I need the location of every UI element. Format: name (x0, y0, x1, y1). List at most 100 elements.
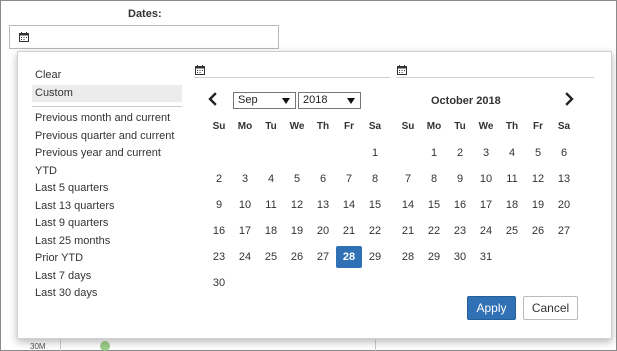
day-cell[interactable]: 17 (473, 194, 499, 216)
empty-day-cell (284, 142, 310, 164)
day-cell[interactable]: 30 (447, 246, 473, 268)
day-cell[interactable]: 12 (525, 168, 551, 190)
day-cell[interactable]: 24 (232, 246, 258, 268)
weekday-label: Su (212, 121, 226, 132)
day-cell[interactable]: 16 (206, 220, 232, 242)
day-cell[interactable]: 11 (499, 168, 525, 190)
day-cell[interactable]: 8 (362, 168, 388, 190)
day-cell[interactable]: 4 (499, 142, 525, 164)
end-date-input[interactable] (396, 62, 594, 78)
day-cell[interactable]: 26 (525, 220, 551, 242)
day-cell[interactable]: 27 (310, 246, 336, 268)
day-cell[interactable]: 21 (395, 220, 421, 242)
day-cell[interactable]: 26 (284, 246, 310, 268)
day-cell[interactable]: 22 (362, 220, 388, 242)
chevron-right-icon[interactable] (562, 92, 576, 106)
week-row: 7 8 9 10 11 12 13 (395, 168, 577, 190)
day-cell[interactable]: 30 (206, 272, 232, 294)
day-cell[interactable]: 18 (499, 194, 525, 216)
day-cell[interactable]: 12 (284, 194, 310, 216)
day-cell[interactable]: 29 (362, 246, 388, 268)
range-item-preset[interactable]: YTD (32, 163, 182, 181)
date-range-input[interactable] (9, 25, 279, 49)
day-cell[interactable]: 18 (258, 220, 284, 242)
day-cell[interactable]: 27 (551, 220, 577, 242)
day-cell[interactable]: 2 (447, 142, 473, 164)
day-cell[interactable]: 9 (447, 168, 473, 190)
day-cell[interactable]: 25 (258, 246, 284, 268)
day-cell[interactable]: 6 (310, 168, 336, 190)
day-cell[interactable]: 14 (336, 194, 362, 216)
month-select[interactable]: Sep (233, 92, 296, 109)
day-cell[interactable]: 19 (284, 220, 310, 242)
day-cell[interactable]: 6 (551, 142, 577, 164)
day-cell[interactable]: 7 (395, 168, 421, 190)
calendar-icon (195, 65, 205, 75)
day-cell[interactable]: 5 (525, 142, 551, 164)
range-item-preset[interactable]: Last 7 days (32, 268, 182, 286)
weekday-label: Su (401, 121, 415, 132)
weekday-label: Mo (426, 121, 442, 132)
day-cell[interactable]: 1 (421, 142, 447, 164)
day-cell[interactable]: 10 (232, 194, 258, 216)
range-item-preset[interactable]: Prior YTD (32, 250, 182, 268)
day-cell[interactable]: 16 (447, 194, 473, 216)
day-cell[interactable]: 25 (499, 220, 525, 242)
day-cell[interactable]: 31 (473, 246, 499, 268)
day-cell[interactable]: 3 (232, 168, 258, 190)
empty-day-cell (310, 142, 336, 164)
empty-day-cell (310, 272, 336, 294)
day-cell[interactable]: 4 (258, 168, 284, 190)
cancel-button[interactable]: Cancel (523, 296, 578, 320)
day-cell[interactable]: 28 (395, 246, 421, 268)
day-cell[interactable]: 20 (551, 194, 577, 216)
day-cell[interactable]: 29 (421, 246, 447, 268)
range-item-preset[interactable]: Last 30 days (32, 285, 182, 303)
week-row: 123456 (395, 142, 577, 164)
day-cell[interactable]: 8 (421, 168, 447, 190)
day-cell[interactable]: 13 (551, 168, 577, 190)
apply-button[interactable]: Apply (467, 296, 516, 320)
day-cell[interactable]: 19 (525, 194, 551, 216)
day-cell[interactable]: 3 (473, 142, 499, 164)
empty-day-cell (499, 246, 525, 268)
start-date-input[interactable] (194, 62, 390, 78)
day-cell[interactable]: 22 (421, 220, 447, 242)
range-separator (32, 106, 182, 107)
day-cell[interactable]: 21 (336, 220, 362, 242)
right-month-title: October 2018 (431, 95, 501, 107)
chevron-left-icon[interactable] (206, 92, 220, 106)
day-cell[interactable]: 23 (447, 220, 473, 242)
day-cell[interactable]: 24 (473, 220, 499, 242)
day-cell[interactable]: 15 (362, 194, 388, 216)
range-item-preset[interactable]: Last 25 months (32, 233, 182, 251)
range-item-preset[interactable]: Last 13 quarters (32, 198, 182, 216)
day-cell[interactable]: 20 (310, 220, 336, 242)
day-cell[interactable]: 9 (206, 194, 232, 216)
day-cell[interactable]: 1 (362, 142, 388, 164)
day-cell[interactable]: 2 (206, 168, 232, 190)
range-item-preset[interactable]: Last 9 quarters (32, 215, 182, 233)
day-cell[interactable]: 5 (284, 168, 310, 190)
day-cell[interactable]: 14 (395, 194, 421, 216)
day-cell[interactable]: 7 (336, 168, 362, 190)
range-item-custom[interactable]: Custom (32, 84, 182, 102)
weekday-label: We (478, 121, 494, 132)
day-cell[interactable]: 23 (206, 246, 232, 268)
day-cell[interactable]: 17 (232, 220, 258, 242)
range-item-preset[interactable]: Previous year and current (32, 145, 182, 163)
day-cell[interactable]: 10 (473, 168, 499, 190)
range-item-preset[interactable]: Last 5 quarters (32, 180, 182, 198)
empty-day-cell (362, 272, 388, 294)
weekday-label: Fr (533, 121, 543, 132)
day-cell[interactable]: 15 (421, 194, 447, 216)
day-cell[interactable]: 13 (310, 194, 336, 216)
range-item-preset[interactable]: Previous month and current (32, 110, 182, 128)
day-cell-selected[interactable]: 28 (336, 246, 362, 268)
day-cell[interactable]: 11 (258, 194, 284, 216)
week-row: 23 24 25 26 27 28 29 (206, 246, 388, 268)
weekday-label: We (289, 121, 305, 132)
range-item-clear[interactable]: Clear (32, 67, 182, 85)
year-select[interactable]: 2018 (298, 92, 361, 109)
range-item-preset[interactable]: Previous quarter and current (32, 128, 182, 146)
